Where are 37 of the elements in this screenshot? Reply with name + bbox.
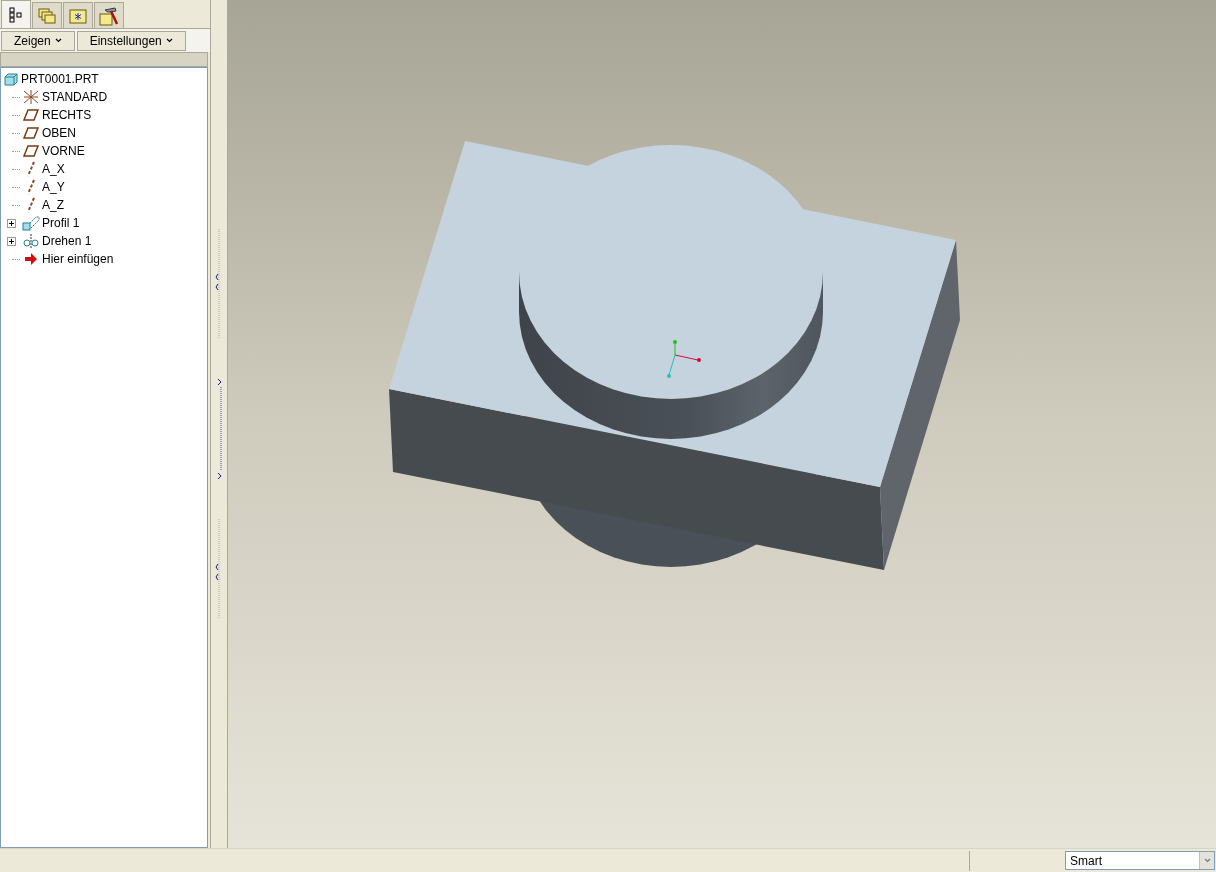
collapse-handle-icon[interactable] — [215, 519, 223, 619]
caret-icon — [54, 38, 62, 43]
extrude-icon — [21, 215, 40, 231]
panel-tab[interactable] — [94, 2, 124, 28]
tree-item[interactable]: VORNE — [21, 142, 89, 160]
tree-item[interactable]: Drehen 1 — [21, 232, 96, 250]
collapse-handle-icon[interactable] — [215, 229, 223, 339]
tree-item[interactable]: Profil 1 — [21, 214, 84, 232]
cube-icon — [4, 72, 18, 86]
caret-icon — [1203, 858, 1211, 863]
tree-item[interactable]: OBEN — [21, 124, 80, 142]
tree-item[interactable]: A_Z — [21, 196, 68, 214]
plane-icon — [22, 127, 39, 139]
caret-icon — [165, 38, 173, 43]
menu-button[interactable]: Einstellungen — [76, 30, 186, 51]
tree-item[interactable]: Hier einfügen — [21, 250, 118, 268]
tree-item[interactable]: RECHTS — [21, 106, 96, 124]
menu-button[interactable]: Zeigen — [1, 30, 75, 51]
plane-icon — [22, 109, 39, 121]
tree-item[interactable]: PRT0001.PRT — [1, 70, 207, 88]
folder-hammer-icon — [99, 5, 119, 26]
expand-icon[interactable] — [6, 236, 16, 246]
tree-item[interactable]: STANDARD — [21, 88, 112, 106]
tree-item[interactable]: A_X — [21, 160, 69, 178]
coordinate-system-icon — [21, 89, 40, 105]
expand-handle-icon[interactable] — [215, 379, 223, 479]
tree-icon — [8, 6, 24, 23]
folders-icon — [38, 6, 56, 25]
panel-tab[interactable] — [1, 0, 31, 28]
plane-icon — [22, 145, 39, 157]
tree-item[interactable]: A_Y — [21, 178, 69, 196]
graphics-viewport[interactable] — [228, 0, 1216, 848]
expand-icon[interactable] — [6, 218, 16, 228]
coordinate-triad-icon — [667, 340, 701, 378]
arrow-icon — [23, 253, 38, 265]
revolve-icon — [21, 233, 40, 249]
selection-filter-dropdown[interactable]: Smart — [1065, 851, 1215, 870]
